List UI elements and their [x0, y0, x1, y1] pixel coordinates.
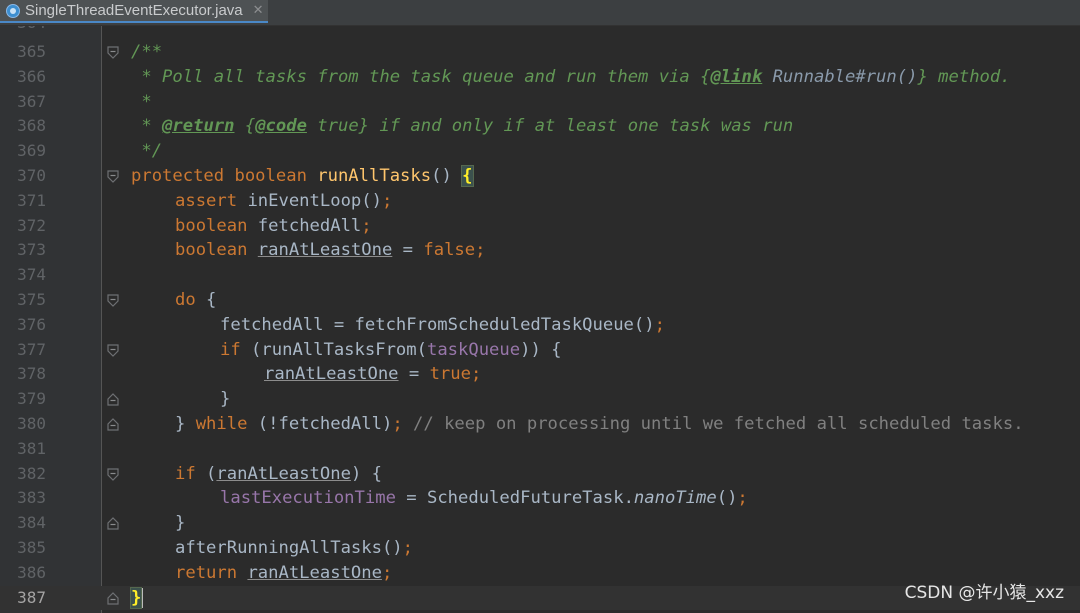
line-number: 379 — [17, 389, 46, 409]
fold-open-icon[interactable] — [107, 170, 119, 183]
code-text: return ranAtLeastOne; — [175, 562, 393, 583]
code-text: */ — [131, 141, 163, 162]
code-line: 373 boolean ranAtLeastOne = false; — [0, 238, 1080, 263]
code-text: /** — [131, 42, 163, 62]
line-number: 367 — [17, 91, 46, 111]
line-number: 374 — [17, 265, 46, 285]
code-line: 377 if (runAllTasksFrom(taskQueue)) { — [0, 338, 1080, 363]
code-text: protected boolean runAllTasks() { — [131, 165, 474, 187]
line-number: 384 — [17, 513, 46, 533]
fold-close-icon[interactable] — [107, 393, 119, 406]
code-text: } — [175, 513, 186, 534]
fold-open-icon[interactable] — [107, 467, 119, 481]
line-number: 371 — [17, 190, 46, 210]
line-number: 378 — [17, 364, 46, 384]
line-number: 385 — [17, 538, 46, 557]
code-text: } — [220, 389, 231, 410]
editor-tab-bar: SingleThreadEventExecutor.java ✕ — [0, 0, 1080, 26]
line-number: 365 — [17, 42, 46, 61]
code-line: 375 do { — [0, 288, 1080, 313]
line-number: 376 — [17, 314, 46, 334]
fold-close-icon[interactable] — [107, 591, 119, 605]
code-line: 381 — [0, 437, 1080, 462]
code-line: 366 * Poll all tasks from the task queue… — [0, 65, 1080, 90]
code-line: 367 * — [0, 90, 1080, 115]
code-line: 384 } — [0, 511, 1080, 536]
line-number: 375 — [17, 290, 46, 309]
watermark: CSDN @许小猿_xxz — [904, 583, 1064, 603]
java-class-icon — [6, 3, 20, 18]
line-number: 370 — [17, 166, 46, 185]
code-line: 370 protected boolean runAllTasks() { — [0, 164, 1080, 189]
fold-close-icon[interactable] — [107, 418, 119, 431]
code-line: 365 /** — [0, 40, 1080, 65]
code-text: if (runAllTasksFrom(taskQueue)) { — [220, 339, 562, 360]
line-number: 377 — [17, 339, 46, 359]
code-line: 372 boolean fetchedAll; — [0, 214, 1080, 239]
code-text: boolean ranAtLeastOne = false; — [175, 240, 486, 261]
fold-open-icon[interactable] — [107, 294, 119, 307]
code-text: } while (!fetchedAll); // keep on proces… — [175, 414, 1024, 434]
code-line: 371 assert inEventLoop(); — [0, 189, 1080, 214]
code-text: ranAtLeastOne = true; — [264, 364, 482, 385]
line-number: 369 — [17, 141, 46, 161]
code-text: assert inEventLoop(); — [175, 190, 393, 211]
fold-open-icon[interactable] — [107, 46, 119, 59]
close-icon[interactable]: ✕ — [253, 3, 264, 18]
line-number: 373 — [17, 240, 46, 260]
matching-brace: } — [129, 586, 143, 609]
code-text: lastExecutionTime = ScheduledFutureTask.… — [220, 488, 748, 509]
code-line: 364 — [0, 26, 1080, 36]
code-line: 378 ranAtLeastOne = true; — [0, 362, 1080, 387]
code-text: * Poll all tasks from the task queue and… — [131, 66, 1011, 87]
code-line: 374 — [0, 263, 1080, 288]
code-line: 382 if (ranAtLeastOne) { — [0, 462, 1080, 487]
code-text: } — [129, 586, 144, 611]
inline-comment: // keep on processing until we fetched a… — [413, 414, 1024, 434]
code-text: boolean fetchedAll; — [175, 215, 372, 236]
code-line: 383 lastExecutionTime = ScheduledFutureT… — [0, 486, 1080, 511]
code-line: 379 } — [0, 387, 1080, 412]
line-number: 368 — [17, 116, 46, 136]
code-text: if (ranAtLeastOne) { — [175, 463, 382, 484]
line-number: 366 — [17, 66, 46, 86]
code-text: fetchedAll = fetchFromScheduledTaskQueue… — [220, 314, 665, 335]
line-number: 372 — [17, 215, 46, 235]
line-number: 387 — [17, 587, 46, 607]
text-caret — [141, 587, 144, 608]
line-number: 364 — [0, 26, 46, 36]
code-text: do { — [175, 290, 217, 310]
code-line: 369 */ — [0, 139, 1080, 164]
code-text: * — [131, 91, 152, 112]
code-editor[interactable]: 364 365 /** 366 * Poll all tasks from th… — [0, 26, 1080, 613]
code-line: 368 * @return {@code true} if and only i… — [0, 114, 1080, 139]
line-number: 386 — [17, 562, 46, 582]
tab-single-thread-event-executor[interactable]: SingleThreadEventExecutor.java ✕ — [0, 0, 268, 23]
fold-close-icon[interactable] — [107, 517, 119, 530]
code-text: afterRunningAllTasks(); — [175, 538, 414, 558]
code-text: * @return {@code true} if and only if at… — [131, 116, 794, 137]
line-number: 383 — [17, 488, 46, 508]
tab-label: SingleThreadEventExecutor.java — [25, 2, 243, 19]
code-line: 385 afterRunningAllTasks(); — [0, 536, 1080, 561]
code-line: 380 } while (!fetchedAll); // keep on pr… — [0, 412, 1080, 437]
line-number: 381 — [17, 438, 46, 458]
code-line: 376 fetchedAll = fetchFromScheduledTaskQ… — [0, 313, 1080, 338]
matching-brace: { — [461, 165, 474, 187]
line-number: 380 — [17, 414, 46, 433]
fold-open-icon[interactable] — [107, 343, 119, 357]
line-number: 382 — [17, 463, 46, 483]
